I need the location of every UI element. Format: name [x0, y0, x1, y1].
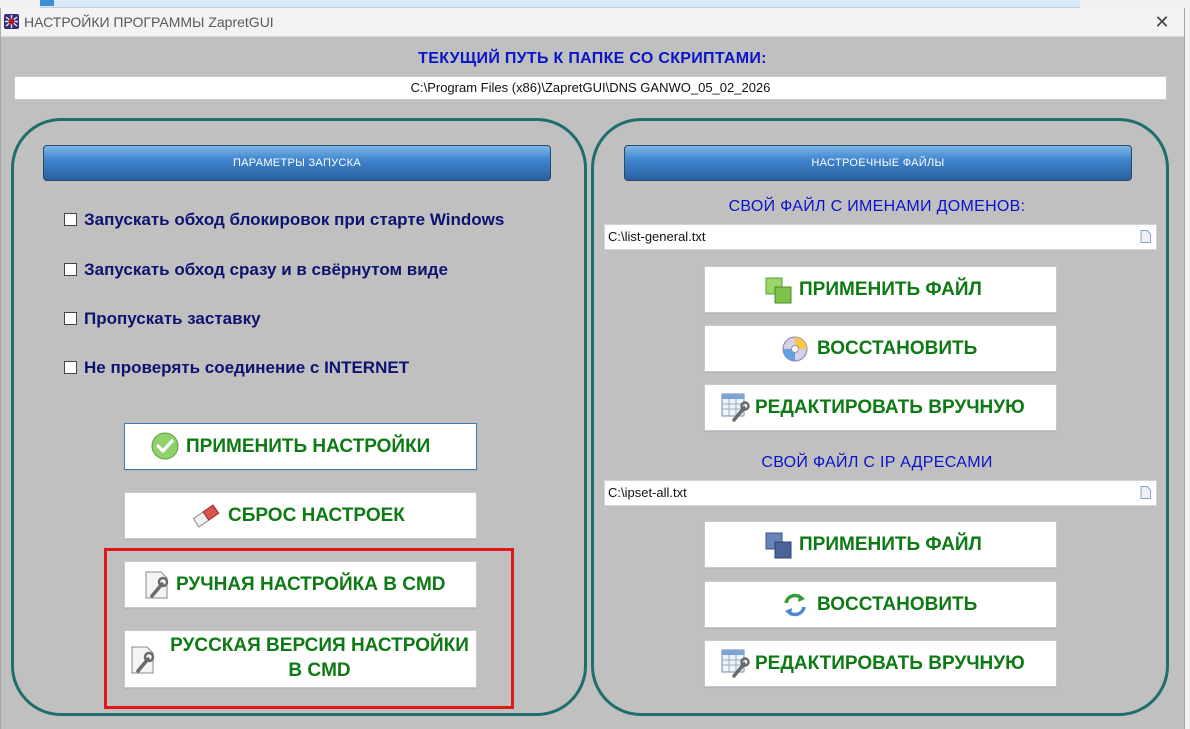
- option-label: Запускать обход сразу и в свёрнутом виде: [84, 260, 448, 279]
- checkmark-icon: [151, 432, 179, 460]
- ips-apply-label: ПРИМЕНИТЬ ФАЙЛ: [799, 534, 982, 555]
- ips-restore-label: ВОССТАНОВИТЬ: [817, 594, 978, 615]
- blue-squares-icon: [765, 532, 792, 559]
- checkbox-skip-internet-check[interactable]: [64, 361, 77, 374]
- domains-edit-label: РЕДАКТИРОВАТЬ ВРУЧНУЮ: [755, 397, 1025, 418]
- disc-icon: [782, 336, 808, 362]
- refresh-icon: [784, 593, 806, 617]
- ips-file-path: C:\ipset-all.txt: [608, 485, 687, 500]
- domains-restore-button[interactable]: ВОССТАНОВИТЬ: [704, 325, 1057, 372]
- background-app-icon: [40, 0, 54, 6]
- launch-settings-header: ПАРАМЕТРЫ ЗАПУСКА: [43, 145, 551, 181]
- ips-file-field[interactable]: C:\ipset-all.txt: [604, 480, 1157, 506]
- zapret-app-icon: [4, 14, 19, 29]
- config-files-panel: НАСТРОЕЧНЫЕ ФАЙЛЫ СВОЙ ФАЙЛ С ИМЕНАМИ ДО…: [591, 118, 1169, 716]
- scripts-path-field[interactable]: C:\Program Files (x86)\ZapretGUI\DNS GAN…: [14, 76, 1167, 100]
- table-edit-icon: [721, 393, 750, 422]
- background-window-strip: [0, 0, 1190, 8]
- document-icon[interactable]: [1140, 486, 1151, 499]
- ips-file-label: СВОЙ ФАЙЛ С IP АДРЕСАМИ: [761, 454, 993, 471]
- reset-settings-label: СБРОС НАСТРОЕК: [228, 505, 405, 526]
- ips-restore-button[interactable]: ВОССТАНОВИТЬ: [704, 581, 1057, 628]
- scripts-path-label: ТЕКУЩИЙ ПУТЬ К ПАПКЕ СО СКРИПТАМИ:: [418, 50, 767, 67]
- reset-settings-button[interactable]: СБРОС НАСТРОЕК: [124, 492, 477, 539]
- domains-file-label: СВОЙ ФАЙЛ С ИМЕНАМИ ДОМЕНОВ:: [728, 198, 1026, 215]
- domains-file-field[interactable]: C:\list-general.txt: [604, 224, 1157, 250]
- domains-file-path: C:\list-general.txt: [608, 229, 706, 244]
- title-bar[interactable]: НАСТРОЙКИ ПРОГРАММЫ ZapretGUI ✕: [1, 8, 1184, 37]
- option-label: Не проверять соединение с INTERNET: [84, 358, 410, 377]
- document-icon[interactable]: [1140, 230, 1151, 243]
- ips-edit-button[interactable]: РЕДАКТИРОВАТЬ ВРУЧНУЮ: [704, 640, 1057, 687]
- checkbox-skip-splash[interactable]: [64, 312, 77, 325]
- checkbox-start-minimized[interactable]: [64, 263, 77, 276]
- domains-apply-button[interactable]: ПРИМЕНИТЬ ФАЙЛ: [704, 266, 1057, 313]
- green-squares-icon: [765, 277, 792, 304]
- eraser-icon: [192, 504, 220, 528]
- domains-apply-label: ПРИМЕНИТЬ ФАЙЛ: [799, 279, 982, 300]
- config-files-header: НАСТРОЕЧНЫЕ ФАЙЛЫ: [624, 145, 1132, 181]
- background-window-edge: [40, 0, 1080, 8]
- domains-edit-button[interactable]: РЕДАКТИРОВАТЬ ВРУЧНУЮ: [704, 384, 1057, 431]
- red-highlight-annotation: [104, 548, 514, 709]
- domains-restore-label: ВОССТАНОВИТЬ: [817, 338, 978, 359]
- close-icon[interactable]: ✕: [1150, 10, 1174, 34]
- apply-settings-button[interactable]: ПРИМЕНИТЬ НАСТРОЙКИ: [124, 423, 477, 470]
- ips-apply-button[interactable]: ПРИМЕНИТЬ ФАЙЛ: [704, 521, 1057, 568]
- option-label: Запускать обход блокировок при старте Wi…: [84, 210, 505, 229]
- window-title: НАСТРОЙКИ ПРОГРАММЫ ZapretGUI: [24, 14, 274, 30]
- checkbox-autostart-windows[interactable]: [64, 213, 77, 226]
- apply-settings-label: ПРИМЕНИТЬ НАСТРОЙКИ: [186, 436, 431, 457]
- table-edit-icon: [721, 649, 750, 678]
- option-label: Пропускать заставку: [84, 309, 261, 328]
- ips-edit-label: РЕДАКТИРОВАТЬ ВРУЧНУЮ: [755, 653, 1025, 674]
